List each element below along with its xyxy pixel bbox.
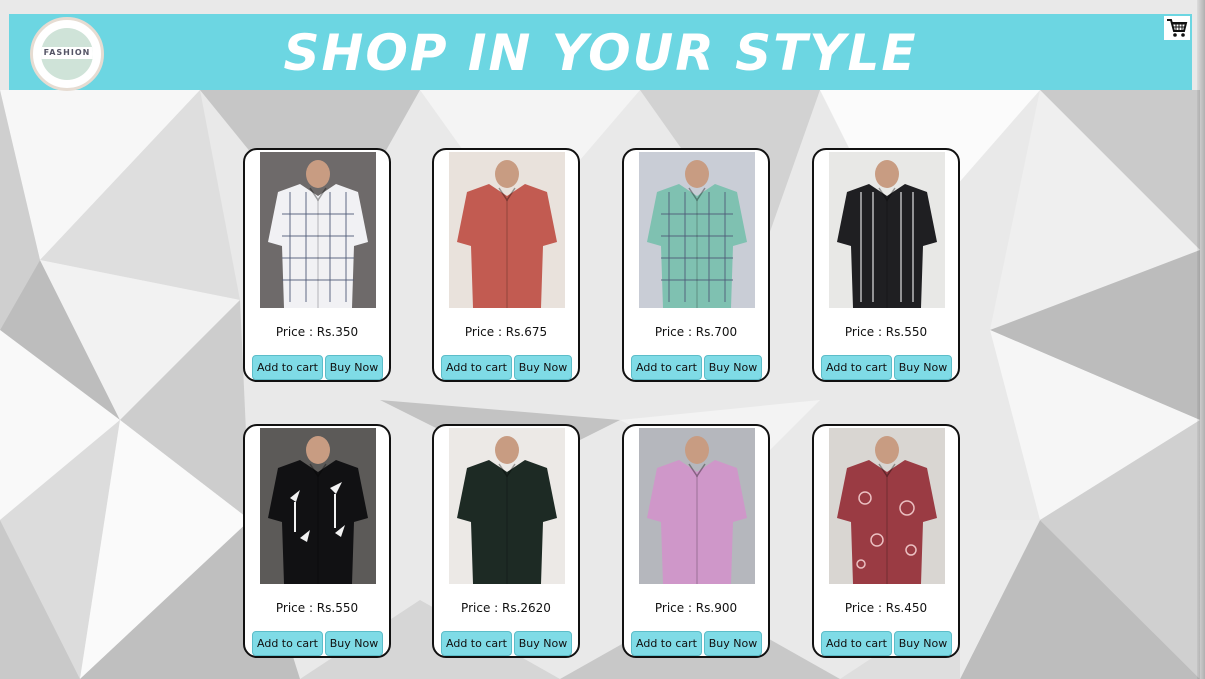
add-to-cart-button[interactable]: Add to cart [631,355,702,380]
product-price: Price : Rs.900 [654,601,738,615]
buy-now-button[interactable]: Buy Now [325,631,383,656]
product-image[interactable] [639,152,755,308]
product-price: Price : Rs.700 [654,325,738,339]
buy-now-button[interactable]: Buy Now [704,355,762,380]
product-image[interactable] [449,428,565,584]
add-to-cart-button[interactable]: Add to cart [631,631,702,656]
add-to-cart-button[interactable]: Add to cart [821,355,892,380]
add-to-cart-button[interactable]: Add to cart [821,631,892,656]
add-to-cart-button[interactable]: Add to cart [441,631,512,656]
product-image[interactable] [260,152,376,308]
buy-now-button[interactable]: Buy Now [894,355,952,380]
product-price: Price : Rs.350 [275,325,359,339]
product-card: Price : Rs.675 Add to cart Buy Now [432,148,580,382]
header-banner: SHOP IN YOUR STYLE [9,14,1192,90]
product-price: Price : Rs.550 [844,325,928,339]
product-card: Price : Rs.350 Add to cart Buy Now [243,148,391,382]
add-to-cart-button[interactable]: Add to cart [441,355,512,380]
scrollbar-edge [1197,0,1205,679]
shopping-cart-icon [1167,19,1188,37]
product-image[interactable] [260,428,376,584]
product-card: Price : Rs.2620 Add to cart Buy Now [432,424,580,658]
product-price: Price : Rs.2620 [461,601,551,615]
buy-now-button[interactable]: Buy Now [894,631,952,656]
product-image[interactable] [829,152,945,308]
product-card: Price : Rs.900 Add to cart Buy Now [622,424,770,658]
logo-emblem: FASHION [41,28,93,80]
page-title: SHOP IN YOUR STYLE [283,24,918,82]
product-price: Price : Rs.550 [275,601,359,615]
buy-now-button[interactable]: Buy Now [514,631,572,656]
buy-now-button[interactable]: Buy Now [514,355,572,380]
product-card: Price : Rs.700 Add to cart Buy Now [622,148,770,382]
product-image[interactable] [639,428,755,584]
buy-now-button[interactable]: Buy Now [325,355,383,380]
product-card: Price : Rs.550 Add to cart Buy Now [812,148,960,382]
cart-button[interactable] [1164,16,1190,40]
add-to-cart-button[interactable]: Add to cart [252,631,323,656]
product-image[interactable] [449,152,565,308]
product-card: Price : Rs.450 Add to cart Buy Now [812,424,960,658]
logo-text: FASHION [41,47,93,59]
product-image[interactable] [829,428,945,584]
product-price: Price : Rs.675 [464,325,548,339]
fashion-logo[interactable]: FASHION [30,17,104,91]
add-to-cart-button[interactable]: Add to cart [252,355,323,380]
lowpoly-background [0,0,1205,679]
product-card: Price : Rs.550 Add to cart Buy Now [243,424,391,658]
buy-now-button[interactable]: Buy Now [704,631,762,656]
product-price: Price : Rs.450 [844,601,928,615]
